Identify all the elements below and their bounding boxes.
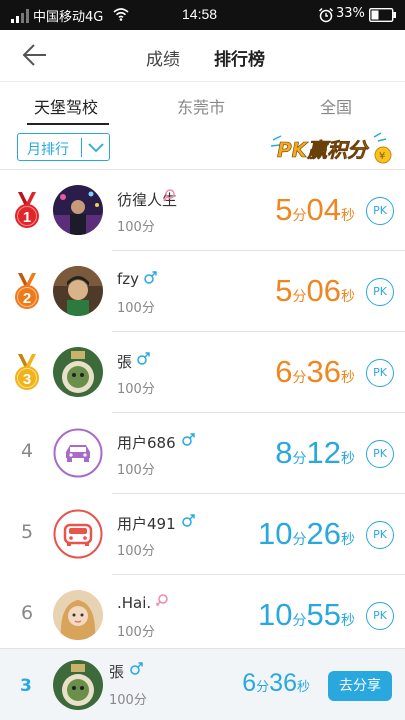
tab-scores[interactable]: 成绩 xyxy=(146,45,180,70)
time-value: 8分12秒 xyxy=(275,435,355,470)
my-score: 100分 xyxy=(109,693,147,708)
user-name: 用户491 xyxy=(117,515,176,533)
svg-text:¥: ¥ xyxy=(379,151,385,162)
wifi-icon xyxy=(113,8,129,21)
tab-nationwide[interactable]: 全国 xyxy=(320,94,352,118)
svg-text:2: 2 xyxy=(23,290,31,307)
pk-button[interactable]: PK xyxy=(366,521,394,549)
bronze-medal-icon: 3 xyxy=(15,354,39,390)
my-rank-number: 3 xyxy=(20,676,32,696)
share-button[interactable]: 去分享 xyxy=(328,671,392,701)
time-value: 5分06秒 xyxy=(275,273,355,308)
tab-city[interactable]: 东莞市 xyxy=(177,94,225,118)
active-tab-underline xyxy=(27,123,109,125)
pk-win-points-banner[interactable]: PK赢积分 ¥ xyxy=(271,131,393,165)
default-car-avatar-icon xyxy=(53,509,103,559)
avatar xyxy=(53,185,103,235)
silver-medal-icon: 2 xyxy=(15,273,39,309)
tab-school[interactable]: 天堡驾校 xyxy=(34,94,98,118)
avatar xyxy=(53,590,103,640)
my-rank-bar: 3 張 100分 6分36秒 去分享 xyxy=(0,648,405,720)
filter-bar: 月排行 PK赢积分 ¥ xyxy=(0,128,405,170)
tab-leaderboard[interactable]: 排行榜 xyxy=(214,45,265,70)
avatar xyxy=(53,660,103,710)
time-value: 10分26秒 xyxy=(258,516,355,551)
time-value: 5分04秒 xyxy=(275,192,355,227)
rank-number: 4 xyxy=(20,440,34,462)
signal-icon xyxy=(11,9,29,23)
pk-button[interactable]: PK xyxy=(366,602,394,630)
dropdown-divider xyxy=(81,138,82,157)
score: 100分 xyxy=(117,463,155,478)
male-icon xyxy=(137,352,150,365)
list-item[interactable]: 5 用户491 100分 10分26秒 PK xyxy=(0,494,405,575)
avatar xyxy=(53,266,103,316)
avatar xyxy=(53,347,103,397)
status-bar: 中国移动4G 14:58 33% xyxy=(0,0,405,30)
score: 100分 xyxy=(117,220,155,235)
battery-icon xyxy=(369,8,396,22)
score: 100分 xyxy=(117,301,155,316)
female-icon xyxy=(156,594,168,606)
male-icon xyxy=(144,271,157,284)
period-dropdown-label: 月排行 xyxy=(27,142,69,158)
list-item[interactable]: 4 用户686 100分 8分12秒 PK xyxy=(0,413,405,494)
user-name: .Hai. xyxy=(117,594,152,612)
pk-banner-text: PK赢积分 xyxy=(277,138,370,162)
scope-tabs: 天堡驾校 东莞市 全国 xyxy=(0,82,405,128)
score: 100分 xyxy=(117,544,155,559)
chevron-down-icon xyxy=(88,143,104,153)
list-item[interactable]: 2 fzy 100分 5分06秒 PK xyxy=(0,251,405,332)
top-header: 成绩 排行榜 xyxy=(0,30,405,82)
user-name: 用户686 xyxy=(117,434,176,452)
list-item[interactable]: 6 .Hai. 100分 10分55秒 PK xyxy=(0,575,405,656)
rank-number: 6 xyxy=(20,602,34,624)
pk-button[interactable]: PK xyxy=(366,278,394,306)
female-icon xyxy=(163,189,175,201)
male-icon xyxy=(130,662,143,675)
svg-text:1: 1 xyxy=(23,209,31,226)
male-icon xyxy=(182,514,195,527)
user-name: 張 xyxy=(117,353,133,371)
score: 100分 xyxy=(117,625,155,640)
gold-medal-icon: 1 xyxy=(15,192,39,228)
svg-text:3: 3 xyxy=(23,371,31,388)
user-name: fzy xyxy=(117,270,140,288)
app-screen: { "status_bar": {"carrier": "中国移动4G", "t… xyxy=(0,0,405,720)
carrier-label: 中国移动4G xyxy=(33,10,104,25)
my-time-value: 6分36秒 xyxy=(242,669,310,697)
pk-button[interactable]: PK xyxy=(366,440,394,468)
list-item[interactable]: 1 彷徨人生 100分 5分04秒 PK xyxy=(0,170,405,251)
my-user-name: 張 xyxy=(109,663,125,681)
back-arrow-icon[interactable] xyxy=(22,42,48,68)
time-value: 10分55秒 xyxy=(258,597,355,632)
pk-button[interactable]: PK xyxy=(366,197,394,225)
male-icon xyxy=(182,433,195,446)
alarm-icon xyxy=(318,7,334,23)
rank-number: 5 xyxy=(20,521,34,543)
period-dropdown[interactable]: 月排行 xyxy=(17,133,110,161)
time-value: 6分36秒 xyxy=(275,354,355,389)
battery-percent: 33% xyxy=(336,6,365,21)
score: 100分 xyxy=(117,382,155,397)
pk-button[interactable]: PK xyxy=(366,359,394,387)
list-item[interactable]: 3 張 100分 6分36秒 PK xyxy=(0,332,405,413)
default-car-avatar-icon xyxy=(53,428,103,478)
